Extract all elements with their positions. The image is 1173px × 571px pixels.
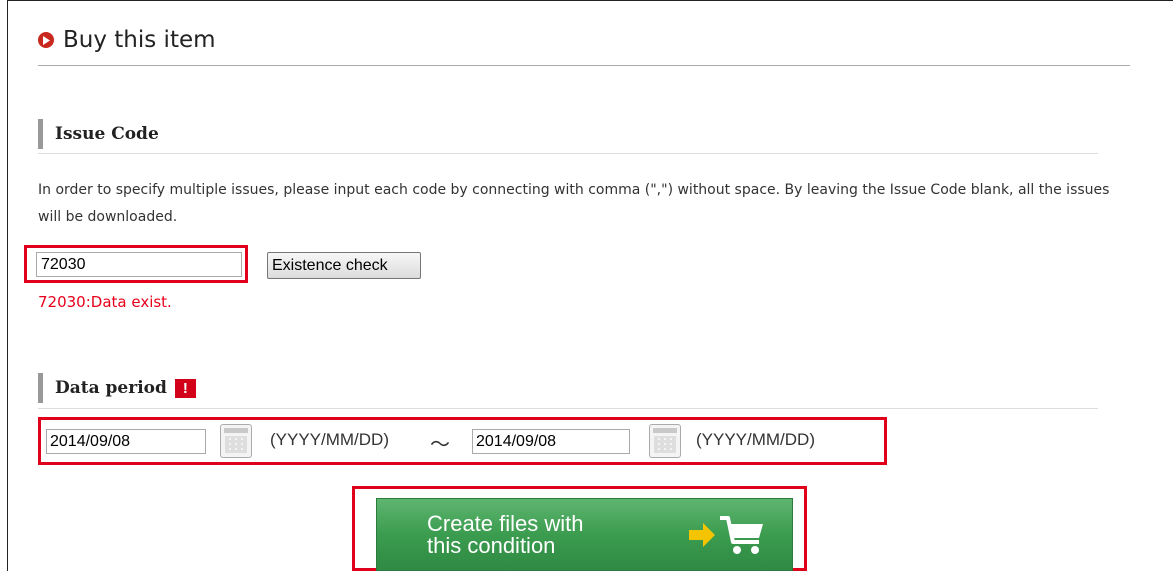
- data-period-divider: [38, 408, 1098, 409]
- title-divider: [38, 65, 1130, 66]
- page-title: Buy this item: [38, 27, 216, 53]
- section-marker: [38, 373, 43, 403]
- issue-code-description: In order to specify multiple issues, ple…: [38, 182, 1110, 225]
- circle-arrow-icon: [38, 32, 54, 48]
- section-marker: [38, 119, 43, 149]
- date-range-separator: ～: [430, 432, 450, 456]
- cart-icon: [687, 512, 767, 558]
- issue-code-heading-text: Issue Code: [55, 124, 159, 144]
- start-date-input[interactable]: [46, 429, 206, 454]
- page-title-text: Buy this item: [63, 27, 216, 53]
- start-date-format-hint: (YYYY/MM/DD): [270, 430, 389, 449]
- start-calendar-icon[interactable]: [220, 424, 252, 458]
- end-date-format-hint: (YYYY/MM/DD): [696, 430, 815, 449]
- data-period-heading: Data period !: [38, 373, 196, 403]
- issue-code-divider: [38, 153, 1098, 154]
- end-calendar-icon[interactable]: [649, 424, 681, 458]
- required-icon: !: [174, 378, 196, 398]
- issue-code-heading: Issue Code: [38, 119, 159, 149]
- existence-check-button[interactable]: Existence check: [267, 252, 421, 279]
- status-message: 72030:Data exist.: [38, 293, 172, 311]
- data-period-heading-text: Data period: [55, 378, 167, 398]
- create-files-button[interactable]: Create files with this condition: [376, 498, 793, 571]
- issue-code-input[interactable]: [36, 252, 242, 277]
- create-files-button-label: Create files with this condition: [427, 510, 584, 558]
- end-date-input[interactable]: [472, 429, 630, 454]
